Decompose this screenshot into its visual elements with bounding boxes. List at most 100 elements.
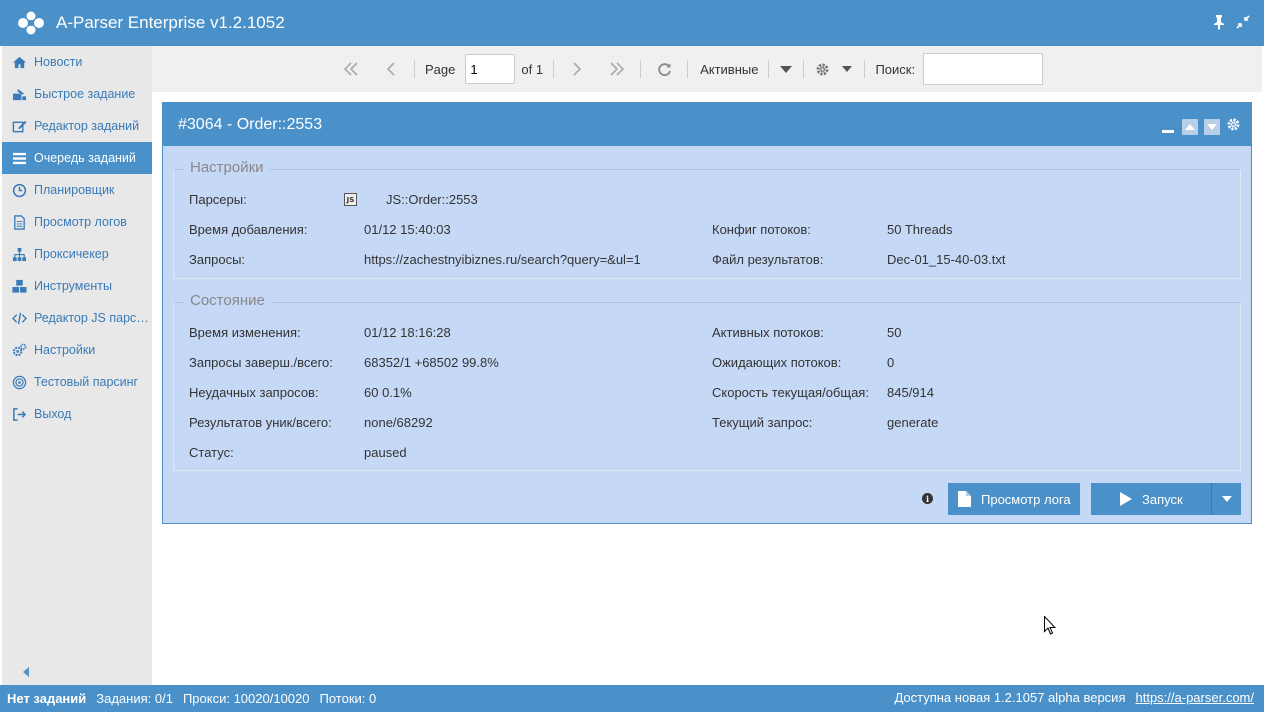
move-up-icon[interactable] <box>1182 119 1198 135</box>
compress-icon[interactable] <box>1236 14 1250 30</box>
sidebar-item-news[interactable]: Новости <box>2 46 152 78</box>
failed-queries-label: Неудачных запросов: <box>189 385 319 400</box>
active-threads-value: 50 <box>887 325 902 340</box>
app-title: A-Parser Enterprise v1.2.1052 <box>56 13 285 32</box>
chevron-down-icon <box>1221 496 1232 502</box>
failed-queries-value: 60 0.1% <box>364 385 412 400</box>
toolbar-separator <box>640 60 642 78</box>
sidebar-item-label: Настройки <box>34 343 96 357</box>
cubes-icon <box>11 278 27 294</box>
move-down-icon[interactable] <box>1204 119 1220 135</box>
sidebar-item-label: Редактор заданий <box>34 119 140 133</box>
sidebar-item-js-editor[interactable]: Редактор JS парс… <box>2 302 152 334</box>
queries-value: https://zachestnyibiznes.ru/search?query… <box>364 252 641 267</box>
file-icon <box>11 214 27 230</box>
home-icon <box>11 54 27 70</box>
parser-name: JS::Order::2553 <box>386 192 478 207</box>
sidebar-item-scheduler[interactable]: Планировщик <box>2 174 152 206</box>
page-label: Page <box>425 61 456 77</box>
state-legend: Состояние <box>184 292 271 309</box>
threads-count: Потоки: 0 <box>319 691 377 706</box>
start-label: Запуск <box>1142 491 1183 507</box>
update-link[interactable]: https://a-parser.com/ <box>1136 690 1255 705</box>
gear-icon[interactable] <box>814 62 830 77</box>
filter-dropdown-icon[interactable] <box>779 65 793 73</box>
sidebar-item-test-parsing[interactable]: Тестовый парсинг <box>2 366 152 398</box>
pager-toolbar: Page of 1 Активные Поиск: <box>152 46 1262 92</box>
toolbar-separator <box>687 60 689 78</box>
mouse-cursor-icon <box>1044 616 1056 635</box>
title-bar: A-Parser Enterprise v1.2.1052 <box>0 0 1264 46</box>
changed-time-value: 01/12 18:16:28 <box>364 325 451 340</box>
list-icon <box>11 150 27 166</box>
minimize-icon[interactable] <box>1160 119 1176 135</box>
sidebar-item-label: Планировщик <box>34 183 115 197</box>
results-value: none/68292 <box>364 415 433 430</box>
changed-time-label: Время изменения: <box>189 325 301 340</box>
threads-config-value: 50 Threads <box>887 222 953 237</box>
task-settings-icon[interactable] <box>1226 117 1241 137</box>
start-dropdown-button[interactable] <box>1212 483 1241 515</box>
next-page-icon[interactable] <box>564 62 590 76</box>
refresh-icon[interactable] <box>651 62 677 77</box>
threads-config-label: Конфиг потоков: <box>712 222 811 237</box>
last-page-icon[interactable] <box>604 62 630 76</box>
parsers-label: Парсеры: <box>189 192 247 207</box>
first-page-icon[interactable] <box>338 62 364 76</box>
view-log-button[interactable]: Просмотр лога <box>948 483 1080 515</box>
active-threads-label: Активных потоков: <box>712 325 824 340</box>
queries-done-value: 68352/1 +68502 99.8% <box>364 355 499 370</box>
panel-header: #3064 - Order::2553 <box>163 103 1251 146</box>
pin-icon[interactable] <box>1212 14 1226 30</box>
sidebar-item-task-queue[interactable]: Очередь заданий <box>2 142 152 174</box>
sidebar-item-label: Быстрое задание <box>34 87 136 101</box>
settings-legend: Настройки <box>184 159 270 176</box>
start-button[interactable]: Запуск <box>1091 483 1212 515</box>
page-number-input[interactable] <box>465 54 516 84</box>
status-bar: Нет заданий Задания: 0/1 Прокси: 10020/1… <box>0 685 1264 712</box>
gear-dropdown-icon[interactable] <box>840 66 854 72</box>
filter-select[interactable]: Активные <box>700 62 758 77</box>
search-label: Поиск: <box>875 61 916 77</box>
update-notice: Доступна новая 1.2.1057 alpha версия <box>894 690 1126 705</box>
speed-value: 845/914 <box>887 385 934 400</box>
waiting-threads-value: 0 <box>887 355 895 370</box>
gears-icon <box>11 342 27 358</box>
sidebar-item-task-editor[interactable]: Редактор заданий <box>2 110 152 142</box>
tasks-count: Задания: 0/1 <box>96 691 173 706</box>
sidebar-item-exit[interactable]: Выход <box>2 398 152 430</box>
speed-label: Скорость текущая/общая: <box>712 385 869 400</box>
toolbar-separator <box>414 60 415 78</box>
quick-task-icon <box>11 86 27 102</box>
prev-page-icon[interactable] <box>378 62 404 76</box>
sidebar-item-label: Редактор JS парс… <box>34 311 149 325</box>
status-label: Статус: <box>189 445 234 460</box>
result-file-value: Dec-01_15-40-03.txt <box>887 252 1006 267</box>
sidebar-item-label: Тестовый парсинг <box>34 375 139 389</box>
info-icon[interactable]: i <box>922 493 933 504</box>
clock-icon <box>11 182 27 198</box>
sidebar-item-logs[interactable]: Просмотр логов <box>2 206 152 238</box>
added-time-value: 01/12 15:40:03 <box>364 222 451 237</box>
proxies-count: Прокси: 10020/10020 <box>182 691 310 706</box>
state-fieldset: Состояние Время изменения: 01/12 18:16:2… <box>173 292 1241 471</box>
task-title: #3064 - Order::2553 <box>178 115 323 133</box>
toolbar-separator <box>768 60 770 78</box>
page-count-label: of 1 <box>521 61 544 77</box>
toolbar-separator <box>553 60 555 78</box>
collapse-sidebar-icon[interactable] <box>22 667 30 677</box>
result-file-label: Файл результатов: <box>712 252 824 267</box>
added-time-label: Время добавления: <box>189 222 308 237</box>
queries-done-label: Запросы заверш./всего: <box>189 355 333 370</box>
search-input[interactable] <box>923 53 1044 85</box>
sidebar-item-label: Проксичекер <box>34 247 109 261</box>
sidebar-item-tools[interactable]: Инструменты <box>2 270 152 302</box>
sidebar-item-quick-task[interactable]: Быстрое задание <box>2 78 152 110</box>
sidebar-item-proxy-checker[interactable]: Проксичекер <box>2 238 152 270</box>
current-query-label: Текущий запрос: <box>712 415 813 430</box>
code-icon <box>11 310 27 326</box>
sidebar-item-label: Новости <box>34 55 83 69</box>
settings-fieldset: Настройки Парсеры: JS JS::Order::2553 Вр… <box>173 159 1241 279</box>
sign-out-icon <box>11 406 27 422</box>
sidebar-item-settings[interactable]: Настройки <box>2 334 152 366</box>
